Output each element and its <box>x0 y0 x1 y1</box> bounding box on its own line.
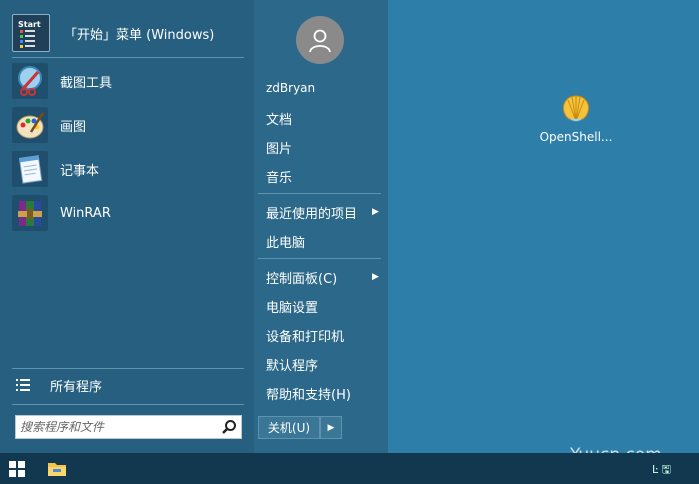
pinned-item-start-menu[interactable]: Start 「开始」菜单 (Windows) <box>12 13 244 53</box>
search-input[interactable] <box>20 418 216 436</box>
shutdown-button[interactable]: 关机(U) <box>258 416 320 439</box>
menu-item-documents[interactable]: 文档 <box>266 109 292 128</box>
menu-item-control-panel[interactable]: 控制面板(C) <box>266 268 337 287</box>
menu-item-music[interactable]: 音乐 <box>266 167 292 186</box>
shell-icon <box>563 95 589 122</box>
pinned-item-paint[interactable]: 画图 <box>12 105 244 145</box>
divider <box>258 193 381 194</box>
pinned-item-snipping-tool[interactable]: 截图工具 <box>12 61 244 101</box>
system-tray[interactable]: Ŀ 🖫 <box>652 461 671 480</box>
menu-item-pictures[interactable]: 图片 <box>266 138 292 157</box>
file-explorer-icon[interactable] <box>48 461 66 476</box>
divider <box>12 368 244 369</box>
menu-item-default-programs[interactable]: 默认程序 <box>266 355 318 374</box>
start-tile-icon: Start <box>12 14 50 52</box>
divider <box>12 57 244 58</box>
menu-item-recent-items[interactable]: 最近使用的项目 <box>266 203 357 222</box>
pinned-item-label: 画图 <box>60 119 87 135</box>
menu-item-pc-settings[interactable]: 电脑设置 <box>266 297 318 316</box>
notepad-icon <box>12 151 48 187</box>
search-icon[interactable] <box>221 419 237 435</box>
username-link[interactable]: zdBryan <box>266 81 315 95</box>
submenu-arrow-icon: ▶ <box>372 207 379 217</box>
pinned-item-winrar[interactable]: WinRAR <box>12 193 244 233</box>
menu-item-help-support[interactable]: 帮助和支持(H) <box>266 384 351 403</box>
menu-item-devices-printers[interactable]: 设备和打印机 <box>266 326 344 345</box>
pinned-item-label: 记事本 <box>60 163 100 179</box>
divider <box>258 258 381 259</box>
list-icon <box>16 376 30 395</box>
user-icon <box>309 29 331 53</box>
submenu-arrow-icon: ▶ <box>372 272 379 282</box>
menu-item-this-pc[interactable]: 此电脑 <box>266 232 305 251</box>
svg-text:Start: Start <box>18 20 41 29</box>
shutdown-options-button[interactable]: ▶ <box>320 416 342 439</box>
pinned-item-label: 截图工具 <box>60 75 113 91</box>
desktop-icon-label: OpenShell... <box>539 130 613 144</box>
divider <box>12 404 244 405</box>
taskbar: Ŀ 🖫 <box>0 453 699 484</box>
pinned-item-label: 「开始」菜单 (Windows) <box>64 27 215 43</box>
winrar-books-icon <box>12 195 48 231</box>
all-programs-button[interactable]: 所有程序 <box>16 372 244 398</box>
all-programs-label: 所有程序 <box>50 379 103 395</box>
snipping-tool-icon <box>12 63 48 99</box>
windows-start-icon[interactable] <box>9 461 25 477</box>
search-box[interactable] <box>15 415 242 439</box>
pinned-item-notepad[interactable]: 记事本 <box>12 149 244 189</box>
desktop-icon-openshell[interactable]: OpenShell... <box>538 94 614 144</box>
pinned-item-label: WinRAR <box>60 205 111 221</box>
paint-palette-icon <box>12 107 48 143</box>
user-avatar[interactable] <box>296 16 344 64</box>
